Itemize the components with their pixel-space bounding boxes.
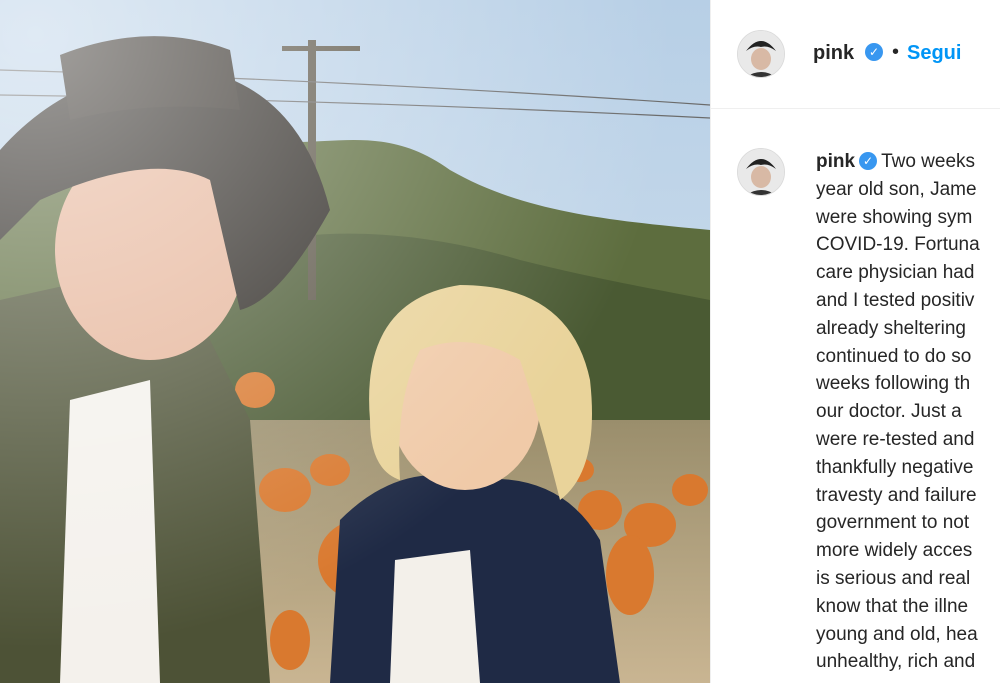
caption-line: COVID-19. Fortuna [816, 234, 980, 256]
verified-badge-icon: ✓ [859, 152, 878, 170]
caption-line: were showing sym [816, 206, 973, 228]
caption-line: and I tested positiv [816, 289, 975, 311]
caption-line: know that the illne [816, 595, 969, 617]
username-link[interactable]: pink [813, 42, 854, 65]
caption-line: weeks following th [816, 373, 971, 395]
caption-line: continued to do so [816, 345, 972, 367]
caption-line: year old son, Jame [816, 178, 977, 200]
follow-button[interactable]: Segui [907, 42, 961, 65]
caption-line: travesty and failure [816, 484, 977, 506]
post-sidebar: pink ✓ • Segui pink ✓ Two weeks year old s… [710, 0, 1000, 683]
caption-line: our doctor. Just a [816, 401, 962, 423]
caption-line: young and old, hea [816, 623, 978, 645]
caption-line-text: Two weeks [881, 151, 976, 172]
caption-line: government to not [816, 512, 970, 534]
caption-username-link[interactable]: pink [816, 151, 855, 172]
caption-line: thankfully negative [816, 456, 974, 478]
caption-line: unhealthy, rich and [816, 651, 976, 673]
post-header: pink ✓ • Segui [711, 0, 1000, 109]
avatar[interactable] [737, 30, 785, 78]
caption-text: pink ✓ Two weeks year old son, Jame were s… [816, 148, 1000, 676]
verified-badge-icon: ✓ [865, 43, 883, 61]
avatar-image [738, 149, 784, 195]
avatar-image [738, 31, 784, 77]
post-photo-image [0, 0, 710, 683]
separator-dot: • [892, 41, 900, 63]
caption-line: is serious and real [816, 567, 971, 589]
caption-line: already sheltering [816, 317, 966, 339]
caption-line: pink ✓ Two weeks [816, 148, 1000, 176]
post-photo[interactable] [0, 0, 710, 683]
caption-comment: pink ✓ Two weeks year old son, Jame were s… [711, 108, 1000, 683]
caption-line: more widely acces [816, 540, 973, 562]
caption-line: were re-tested and [816, 428, 975, 450]
avatar[interactable] [737, 148, 785, 196]
caption-line: care physician had [816, 262, 975, 284]
